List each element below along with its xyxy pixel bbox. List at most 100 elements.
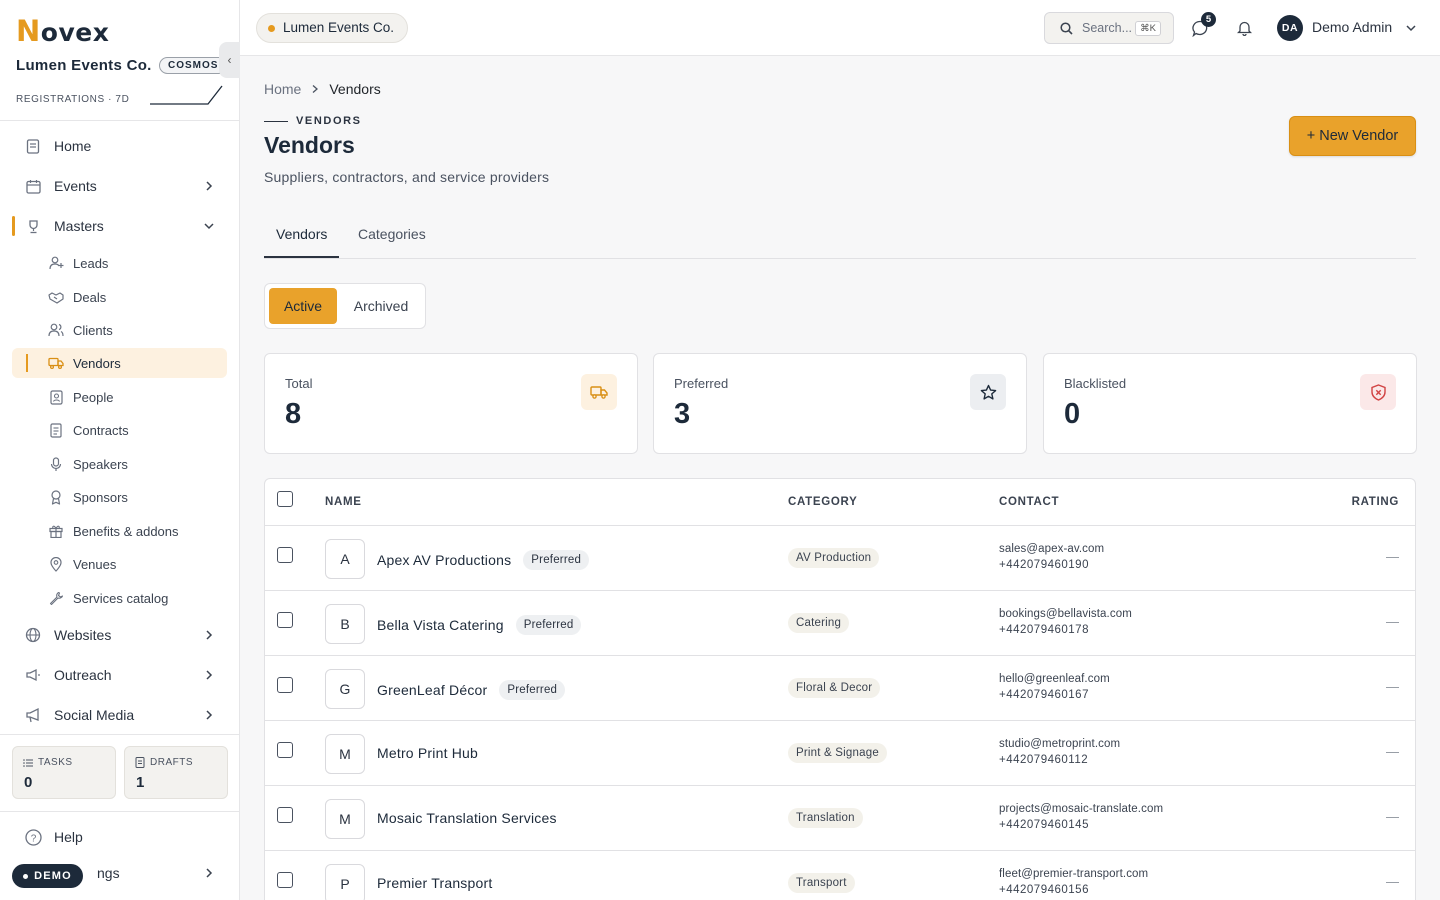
- table-row[interactable]: P Premier Transport Transport fleet@premier…: [265, 851, 1415, 900]
- rating-value: —: [1386, 874, 1399, 889]
- contact-phone[interactable]: +442079460167: [999, 689, 1089, 701]
- drafts-card[interactable]: DRAFTS 1: [124, 746, 228, 799]
- nav-help[interactable]: ? Help: [12, 821, 228, 853]
- select-all-checkbox[interactable]: [277, 491, 293, 507]
- table-row[interactable]: M Mosaic Translation Services Translation p…: [265, 786, 1415, 851]
- row-checkbox[interactable]: [277, 807, 293, 823]
- sidebar-item-label: People: [73, 389, 114, 405]
- contact-email[interactable]: bookings@bellavista.com: [999, 608, 1132, 620]
- registrations-label: REGISTRATIONS · 7D: [16, 94, 130, 105]
- vendor-name[interactable]: Bella Vista Catering Preferred: [377, 615, 582, 635]
- users-icon: [48, 322, 64, 338]
- vendor-initial-avatar: B: [325, 604, 365, 644]
- preferred-badge: Preferred: [523, 550, 590, 570]
- column-contact[interactable]: CONTACT: [999, 496, 1059, 508]
- sidebar-item-label: Deals: [73, 289, 107, 305]
- contact-phone[interactable]: +442079460156: [999, 884, 1089, 896]
- vendor-initial-avatar: G: [325, 669, 365, 709]
- row-checkbox[interactable]: [277, 677, 293, 693]
- nav-outreach[interactable]: Outreach: [12, 659, 228, 691]
- vendor-name[interactable]: Metro Print Hub: [377, 745, 478, 761]
- sidebar-item-benefits-addons[interactable]: Benefits & addons: [12, 516, 227, 546]
- collapse-sidebar-button[interactable]: ‹: [219, 42, 240, 78]
- sidebar-item-speakers[interactable]: Speakers: [12, 449, 227, 479]
- bell-icon[interactable]: [1234, 18, 1254, 38]
- row-checkbox[interactable]: [277, 872, 293, 888]
- sidebar-item-label: Services catalog: [73, 590, 169, 606]
- table-row[interactable]: M Metro Print Hub Print & Signage studio@me…: [265, 721, 1415, 786]
- tab-categories[interactable]: Categories: [346, 226, 438, 258]
- table-row[interactable]: A Apex AV Productions Preferred AV Producti…: [265, 526, 1415, 591]
- contact-email[interactable]: sales@apex-av.com: [999, 543, 1104, 555]
- sidebar-item-label: Benefits & addons: [73, 523, 179, 539]
- contact-email[interactable]: hello@greenleaf.com: [999, 673, 1110, 685]
- nav-home-label: Home: [54, 138, 92, 154]
- table-row[interactable]: B Bella Vista Catering Preferred Catering bo…: [265, 591, 1415, 656]
- row-checkbox[interactable]: [277, 742, 293, 758]
- vendor-name[interactable]: Apex AV Productions Preferred: [377, 550, 590, 570]
- topbar: Lumen Events Co. Search... ⌘K 5 DA Demo …: [240, 0, 1440, 56]
- row-checkbox[interactable]: [277, 547, 293, 563]
- vendor-name[interactable]: Mosaic Translation Services: [377, 810, 557, 826]
- notification-count: 5: [1201, 12, 1216, 27]
- vendor-name[interactable]: Premier Transport: [377, 875, 492, 891]
- sidebar-item-deals[interactable]: Deals: [12, 282, 227, 312]
- stat-card-preferred: Preferred 3: [653, 353, 1027, 454]
- stat-card-total: Total 8: [264, 353, 638, 454]
- wrench-icon: [48, 590, 64, 606]
- avatar[interactable]: DA: [1277, 15, 1303, 41]
- contact-phone[interactable]: +442079460145: [999, 819, 1089, 831]
- brand-logo[interactable]: Novex: [16, 14, 109, 48]
- nav-events[interactable]: Events: [12, 170, 228, 202]
- nav-home[interactable]: Home: [12, 130, 228, 162]
- row-checkbox[interactable]: [277, 612, 293, 628]
- sidebar-item-venues[interactable]: Venues: [12, 549, 227, 579]
- contact-phone[interactable]: +442079460178: [999, 624, 1089, 636]
- contact-email[interactable]: studio@metroprint.com: [999, 738, 1120, 750]
- nav-websites[interactable]: Websites: [12, 619, 228, 651]
- status-filter: Active Archived: [264, 283, 426, 329]
- contact-email[interactable]: fleet@premier-transport.com: [999, 868, 1148, 880]
- tasks-label: TASKS: [38, 757, 73, 768]
- sidebar-item-vendors[interactable]: Vendors: [12, 348, 227, 378]
- contact-phone[interactable]: +442079460112: [999, 754, 1088, 766]
- drafts-label: DRAFTS: [150, 757, 193, 768]
- user-name[interactable]: Demo Admin: [1312, 19, 1392, 35]
- breadcrumb-home[interactable]: Home: [264, 81, 301, 97]
- tasks-card[interactable]: TASKS 0: [12, 746, 116, 799]
- sidebar-item-leads[interactable]: Leads: [12, 248, 227, 278]
- column-name[interactable]: NAME: [325, 496, 362, 508]
- org-switcher[interactable]: Lumen Events Co.: [256, 13, 409, 43]
- microphone-icon: [48, 456, 64, 472]
- sidebar-item-sponsors[interactable]: Sponsors: [12, 482, 227, 512]
- nav-social-media[interactable]: Social Media: [12, 699, 228, 731]
- sidebar-item-clients[interactable]: Clients: [12, 315, 227, 345]
- sidebar-item-contracts[interactable]: Contracts: [12, 415, 227, 445]
- nav-websites-label: Websites: [54, 627, 112, 643]
- vendor-initial-avatar: P: [325, 864, 365, 900]
- vendor-initial-avatar: A: [325, 539, 365, 579]
- table-row[interactable]: G GreenLeaf Décor Preferred Floral & Decor h…: [265, 656, 1415, 721]
- search-input[interactable]: Search... ⌘K: [1044, 12, 1174, 44]
- sidebar-item-people[interactable]: People: [12, 382, 227, 412]
- vendor-name[interactable]: GreenLeaf Décor Preferred: [377, 680, 566, 700]
- column-category[interactable]: CATEGORY: [788, 496, 858, 508]
- filter-active-button[interactable]: Active: [269, 288, 337, 324]
- truck-icon: [581, 374, 617, 410]
- clipboard-icon: [24, 137, 42, 155]
- calendar-icon: [24, 177, 42, 195]
- nav-masters[interactable]: Masters: [12, 210, 228, 242]
- vendor-name-text: Bella Vista Catering: [377, 617, 504, 633]
- category-badge: Floral & Decor: [788, 678, 881, 698]
- new-vendor-button[interactable]: + New Vendor: [1289, 116, 1416, 156]
- chevron-right-icon: [206, 710, 213, 720]
- filter-archived-button[interactable]: Archived: [341, 288, 421, 324]
- contact-phone[interactable]: +442079460190: [999, 559, 1089, 571]
- chevron-down-icon[interactable]: [1404, 21, 1418, 35]
- vendor-name-text: Metro Print Hub: [377, 745, 479, 761]
- tab-vendors[interactable]: Vendors: [264, 226, 340, 258]
- sidebar-item-services-catalog[interactable]: Services catalog: [12, 583, 227, 613]
- contact-email[interactable]: projects@mosaic-translate.com: [999, 803, 1163, 815]
- column-rating[interactable]: RATING: [1352, 496, 1399, 508]
- stat-label: Blacklisted: [1064, 376, 1127, 391]
